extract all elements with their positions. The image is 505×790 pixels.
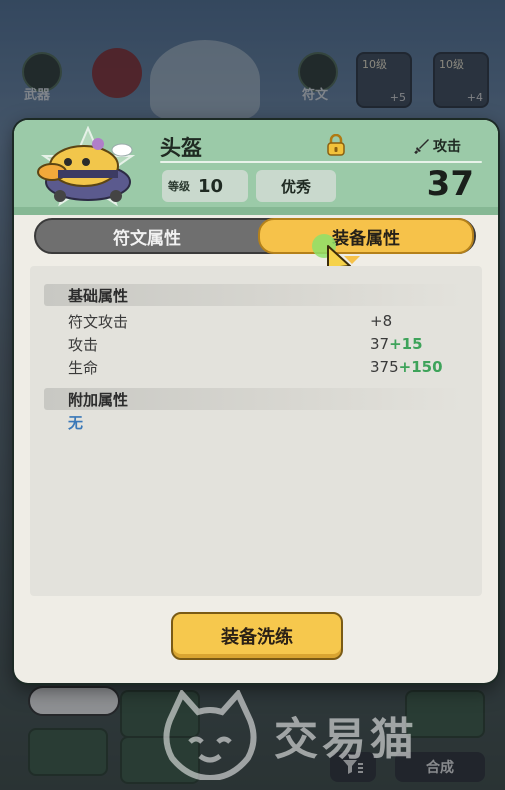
stat-name: 符文攻击 [68, 312, 129, 331]
dialog-header: 头盔 攻击 等级 10 优秀 37 [14, 120, 498, 215]
extra-attributes-none: 无 [68, 414, 84, 432]
attribute-tabs: 符文属性 装备属性 [34, 218, 476, 254]
helmet-item-icon [37, 126, 136, 207]
stat-bonus-value: +150 [398, 358, 443, 376]
quality-badge: 优秀 [256, 170, 336, 202]
item-title: 头盔 [160, 136, 202, 160]
stat-base-value: 37 [370, 335, 390, 353]
sword-icon [414, 139, 429, 154]
extra-attributes-heading: 附加属性 [44, 388, 464, 410]
stat-bonus-value: +15 [389, 335, 423, 353]
attack-value: 37 [426, 164, 474, 204]
stat-row: 符文攻击 +8 [68, 310, 468, 332]
attack-label-text: 攻击 [433, 139, 461, 155]
tab-equip-attributes[interactable]: 装备属性 [258, 218, 474, 254]
level-badge: 等级 10 [162, 170, 248, 202]
equipment-detail-dialog: 头盔 攻击 等级 10 优秀 37 符文属性 装备属性 基础属性 符文攻击 +8… [14, 120, 498, 683]
header-divider [160, 161, 482, 163]
stat-base-value: +8 [370, 312, 393, 330]
attribute-panel: 基础属性 符文攻击 +8 攻击 37 +15 生命 375 +150 附加属性 … [30, 266, 482, 596]
stat-row: 生命 375 +150 [68, 356, 468, 378]
stat-name: 生命 [68, 358, 99, 377]
level-tag: 等级 [168, 180, 190, 193]
equipment-refine-button[interactable]: 装备洗练 [171, 612, 343, 660]
tab-rune-attributes[interactable]: 符文属性 [36, 220, 258, 252]
lock-icon[interactable] [326, 134, 346, 156]
stat-base-value: 375 [370, 358, 399, 376]
basic-attributes-heading: 基础属性 [44, 284, 464, 306]
stat-name: 攻击 [68, 335, 99, 354]
stat-row: 攻击 37 +15 [68, 333, 468, 355]
attack-stat-label: 攻击 [414, 136, 461, 156]
level-value: 10 [198, 175, 224, 197]
